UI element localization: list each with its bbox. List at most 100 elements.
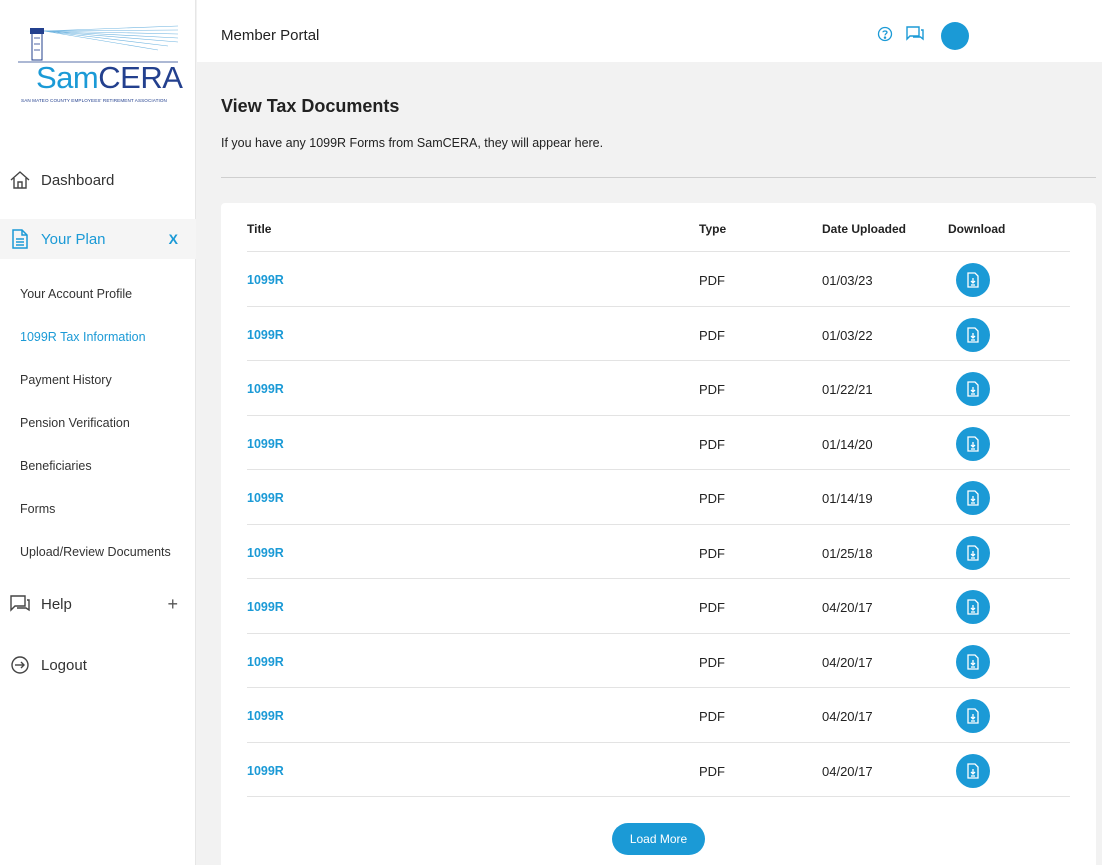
document-title-link[interactable]: 1099R bbox=[247, 328, 284, 342]
download-button[interactable] bbox=[956, 699, 990, 733]
document-type: PDF bbox=[699, 273, 725, 288]
nav-dashboard[interactable]: Dashboard bbox=[0, 160, 196, 200]
download-button[interactable] bbox=[956, 590, 990, 624]
document-title-link[interactable]: 1099R bbox=[247, 491, 284, 505]
download-file-icon bbox=[967, 272, 979, 288]
download-file-icon bbox=[967, 436, 979, 452]
page-description: If you have any 1099R Forms from SamCERA… bbox=[221, 136, 604, 150]
document-date: 04/20/17 bbox=[822, 655, 873, 670]
user-avatar[interactable] bbox=[941, 22, 969, 50]
document-title-link[interactable]: 1099R bbox=[247, 764, 284, 778]
document-title-link[interactable]: 1099R bbox=[247, 709, 284, 723]
nav-logout-label: Logout bbox=[41, 656, 87, 674]
document-type: PDF bbox=[699, 709, 725, 724]
logo-part-cera: CERA bbox=[98, 60, 183, 95]
document-type: PDF bbox=[699, 382, 725, 397]
table-bottom-divider bbox=[247, 796, 1070, 797]
tax-documents-card: Title Type Date Uploaded Download 1099R … bbox=[221, 203, 1096, 865]
top-header: Member Portal bbox=[197, 0, 1102, 62]
table-row: 1099R PDF 04/20/17 bbox=[247, 742, 1070, 797]
document-type: PDF bbox=[699, 764, 725, 779]
table-row: 1099R PDF 04/20/17 bbox=[247, 687, 1070, 742]
sidebar-item-pension-verification[interactable]: Pension Verification bbox=[20, 416, 130, 430]
document-date: 04/20/17 bbox=[822, 600, 873, 615]
download-file-icon bbox=[967, 654, 979, 670]
download-button[interactable] bbox=[956, 536, 990, 570]
download-file-icon bbox=[967, 708, 979, 724]
document-date: 01/22/21 bbox=[822, 382, 873, 397]
download-button[interactable] bbox=[956, 263, 990, 297]
table-row: 1099R PDF 01/25/18 bbox=[247, 524, 1070, 579]
document-title-link[interactable]: 1099R bbox=[247, 600, 284, 614]
column-header-title: Title bbox=[247, 222, 272, 236]
download-file-icon bbox=[967, 599, 979, 615]
nav-logout[interactable]: Logout bbox=[0, 645, 196, 685]
document-type: PDF bbox=[699, 328, 725, 343]
document-type: PDF bbox=[699, 600, 725, 615]
sidebar-item-account-profile[interactable]: Your Account Profile bbox=[20, 287, 132, 301]
nav-your-plan[interactable]: Your Plan X bbox=[0, 219, 196, 259]
download-file-icon bbox=[967, 490, 979, 506]
table-row: 1099R PDF 01/03/23 bbox=[247, 251, 1070, 306]
document-date: 04/20/17 bbox=[822, 764, 873, 779]
sidebar-item-1099r-tax-information[interactable]: 1099R Tax Information bbox=[20, 330, 146, 344]
document-date: 01/14/19 bbox=[822, 491, 873, 506]
document-date: 04/20/17 bbox=[822, 709, 873, 724]
document-title-link[interactable]: 1099R bbox=[247, 655, 284, 669]
document-type: PDF bbox=[699, 437, 725, 452]
download-file-icon bbox=[967, 327, 979, 343]
logo-subtitle: SAN MATEO COUNTY EMPLOYEES' RETIREMENT A… bbox=[21, 98, 167, 103]
download-file-icon bbox=[967, 381, 979, 397]
nav-dashboard-label: Dashboard bbox=[41, 171, 115, 189]
download-button[interactable] bbox=[956, 372, 990, 406]
nav-help[interactable]: Help + bbox=[0, 584, 196, 624]
expand-help-button[interactable]: + bbox=[167, 594, 178, 615]
table-row: 1099R PDF 01/14/20 bbox=[247, 415, 1070, 470]
table-row: 1099R PDF 01/14/19 bbox=[247, 469, 1070, 524]
download-button[interactable] bbox=[956, 754, 990, 788]
document-date: 01/03/23 bbox=[822, 273, 873, 288]
chat-icon[interactable] bbox=[905, 25, 925, 48]
document-date: 01/03/22 bbox=[822, 328, 873, 343]
chat-icon bbox=[9, 593, 31, 615]
document-title-link[interactable]: 1099R bbox=[247, 437, 284, 451]
sidebar-item-upload-review-documents[interactable]: Upload/Review Documents bbox=[20, 545, 171, 559]
table-row: 1099R PDF 04/20/17 bbox=[247, 633, 1070, 688]
lighthouse-icon bbox=[18, 25, 178, 63]
load-more-button[interactable]: Load More bbox=[612, 823, 705, 855]
logout-icon bbox=[9, 654, 31, 676]
table-row: 1099R PDF 04/20/17 bbox=[247, 578, 1070, 633]
document-date: 01/14/20 bbox=[822, 437, 873, 452]
document-title-link[interactable]: 1099R bbox=[247, 382, 284, 396]
download-button[interactable] bbox=[956, 481, 990, 515]
header-title: Member Portal bbox=[221, 27, 320, 44]
help-circle-icon[interactable] bbox=[877, 26, 893, 47]
document-type: PDF bbox=[699, 546, 725, 561]
document-type: PDF bbox=[699, 491, 725, 506]
download-file-icon bbox=[967, 763, 979, 779]
sidebar: SamCERA SAN MATEO COUNTY EMPLOYEES' RETI… bbox=[0, 0, 196, 865]
sidebar-item-beneficiaries[interactable]: Beneficiaries bbox=[20, 459, 92, 473]
document-type: PDF bbox=[699, 655, 725, 670]
document-title-link[interactable]: 1099R bbox=[247, 273, 284, 287]
download-button[interactable] bbox=[956, 318, 990, 352]
sidebar-item-payment-history[interactable]: Payment History bbox=[20, 373, 112, 387]
sidebar-item-forms[interactable]: Forms bbox=[20, 502, 55, 516]
download-file-icon bbox=[967, 545, 979, 561]
download-button[interactable] bbox=[956, 645, 990, 679]
page-title: View Tax Documents bbox=[221, 96, 400, 116]
divider bbox=[221, 177, 1096, 178]
table-row: 1099R PDF 01/03/22 bbox=[247, 306, 1070, 361]
document-date: 01/25/18 bbox=[822, 546, 873, 561]
samcera-logo[interactable]: SamCERA SAN MATEO COUNTY EMPLOYEES' RETI… bbox=[6, 24, 183, 110]
document-title-link[interactable]: 1099R bbox=[247, 546, 284, 560]
column-header-date-uploaded: Date Uploaded bbox=[822, 222, 907, 236]
download-button[interactable] bbox=[956, 427, 990, 461]
table-row: 1099R PDF 01/22/21 bbox=[247, 360, 1070, 415]
nav-help-label: Help bbox=[41, 595, 72, 613]
home-icon bbox=[9, 169, 31, 191]
column-header-type: Type bbox=[699, 222, 727, 236]
collapse-your-plan-button[interactable]: X bbox=[169, 231, 178, 247]
nav-your-plan-label: Your Plan bbox=[41, 230, 106, 248]
logo-wordmark: SamCERA bbox=[36, 60, 183, 96]
